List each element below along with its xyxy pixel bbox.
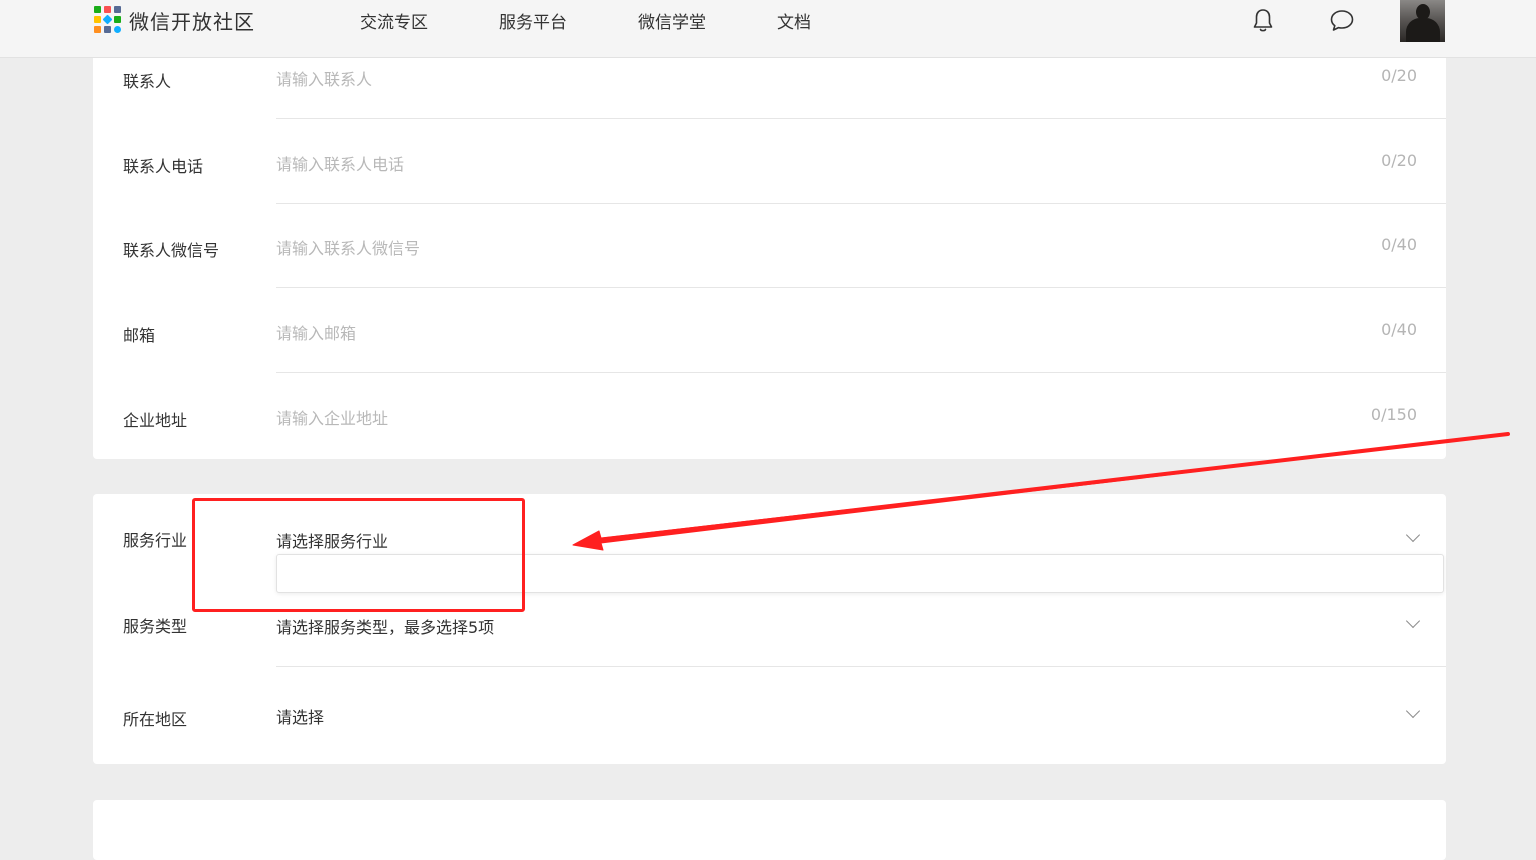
region-label: 所在地区 <box>123 710 188 729</box>
chevron-down-icon[interactable] <box>1405 703 1421 719</box>
divider <box>276 372 1446 373</box>
divider <box>276 287 1446 288</box>
contact-name-label: 联系人 <box>123 72 172 91</box>
service-type-label: 服务类型 <box>123 617 188 636</box>
email-label: 邮箱 <box>123 326 156 345</box>
contact-name-char-count: 0/20 <box>1381 66 1417 85</box>
nav-wechat-academy[interactable]: 微信学堂 <box>638 8 706 33</box>
divider <box>276 203 1446 204</box>
brand-name: 微信开放社区 <box>129 9 255 34</box>
chat-bubble-icon[interactable] <box>1328 6 1356 34</box>
service-info-card: 服务行业 请选择服务行业 服务类型 请选择服务类型，最多选择5项 所在地区 请选… <box>93 494 1446 764</box>
bell-icon[interactable] <box>1249 6 1277 34</box>
brand-logo[interactable]: 微信开放社区 <box>94 6 255 34</box>
chevron-down-icon[interactable] <box>1405 613 1421 629</box>
contact-phone-label: 联系人电话 <box>123 157 204 176</box>
contact-phone-char-count: 0/20 <box>1381 151 1417 170</box>
service-industry-dropdown-panel[interactable] <box>276 554 1444 593</box>
company-address-char-count: 0/150 <box>1370 405 1417 424</box>
service-type-select[interactable]: 请选择服务类型，最多选择5项 <box>276 614 494 638</box>
nav-docs[interactable]: 文档 <box>777 8 811 33</box>
nav-exchange-zone[interactable]: 交流专区 <box>360 8 428 33</box>
wechat-open-community-logo-icon <box>94 6 122 34</box>
chevron-down-icon[interactable] <box>1405 527 1421 543</box>
contact-wechat-input[interactable]: 请输入联系人微信号 <box>276 235 420 259</box>
service-industry-label: 服务行业 <box>123 531 188 550</box>
divider <box>276 118 1446 119</box>
service-industry-select[interactable]: 请选择服务行业 <box>276 528 388 552</box>
company-address-label: 企业地址 <box>123 411 188 430</box>
next-section-card <box>93 800 1446 860</box>
top-navigation-bar: 微信开放社区 交流专区 服务平台 微信学堂 文档 <box>0 0 1536 58</box>
nav-service-platform[interactable]: 服务平台 <box>499 8 567 33</box>
email-char-count: 0/40 <box>1381 320 1417 339</box>
contact-phone-input[interactable]: 请输入联系人电话 <box>276 151 404 175</box>
email-input[interactable]: 请输入邮箱 <box>276 320 356 344</box>
divider <box>276 666 1446 667</box>
contact-info-card: 联系人 请输入联系人 0/20 联系人电话 请输入联系人电话 0/20 联系人微… <box>93 58 1446 459</box>
contact-wechat-char-count: 0/40 <box>1381 235 1417 254</box>
contact-name-input[interactable]: 请输入联系人 <box>276 66 372 90</box>
company-address-input[interactable]: 请输入企业地址 <box>276 405 388 429</box>
contact-wechat-label: 联系人微信号 <box>123 241 220 260</box>
user-avatar[interactable] <box>1400 0 1445 42</box>
region-select[interactable]: 请选择 <box>276 704 324 728</box>
